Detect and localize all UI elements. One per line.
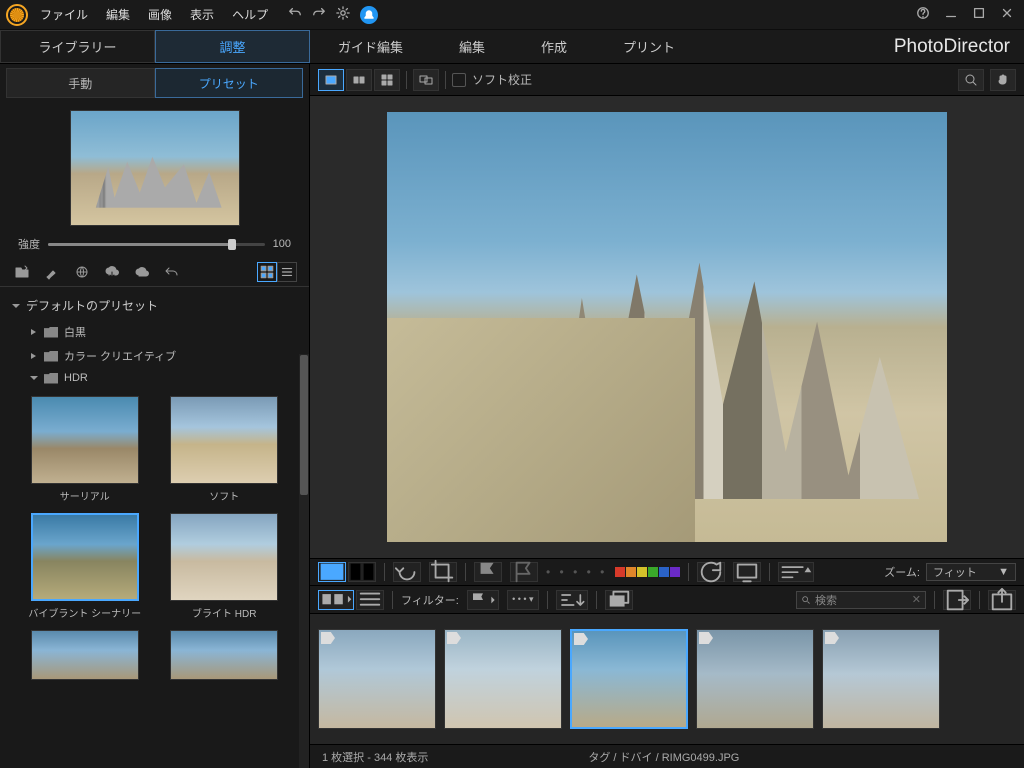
- sidebar-scrollbar[interactable]: [299, 354, 309, 768]
- softproof-label: ソフト校正: [472, 71, 532, 88]
- view-compare-icon[interactable]: [346, 69, 372, 91]
- nav-adjust[interactable]: 調整: [155, 30, 310, 63]
- brand-label: PhotoDirector: [894, 36, 1024, 58]
- crop-icon[interactable]: [429, 562, 457, 582]
- help-icon[interactable]: [916, 6, 930, 23]
- preset-bright[interactable]: ブライト HDR: [164, 513, 286, 620]
- menu-view[interactable]: 表示: [190, 6, 214, 23]
- filmstrip[interactable]: [310, 614, 1024, 744]
- thumb-size-icon[interactable]: [318, 590, 354, 610]
- view-grid-icon[interactable]: [374, 69, 400, 91]
- globe-icon[interactable]: [72, 262, 92, 282]
- thumb-list-icon[interactable]: [356, 590, 384, 610]
- brush-icon[interactable]: [42, 262, 62, 282]
- filter-sort-icon[interactable]: [556, 590, 588, 610]
- flag-icon[interactable]: [474, 562, 502, 582]
- redo-icon[interactable]: [312, 6, 326, 23]
- status-path: タグ / ドバイ / RIMG0499.JPG: [588, 749, 739, 765]
- reject-icon[interactable]: [510, 562, 538, 582]
- color-labels[interactable]: [615, 567, 680, 577]
- status-selection: 1 枚選択 - 344 枚表示: [322, 749, 428, 765]
- filter-flag-icon[interactable]: [467, 590, 499, 610]
- undo-icon[interactable]: [288, 6, 302, 23]
- filter-label: フィルター:: [401, 592, 459, 608]
- nav-print[interactable]: プリント: [595, 30, 703, 63]
- intensity-slider[interactable]: [48, 243, 265, 246]
- nav-guided[interactable]: ガイド編集: [310, 30, 431, 63]
- subtab-preset[interactable]: プリセット: [155, 68, 304, 98]
- tree-bw[interactable]: 白黒: [0, 320, 309, 344]
- zoom-label: ズーム:: [884, 564, 920, 580]
- secondary-monitor-icon[interactable]: [413, 69, 439, 91]
- list-view-icon[interactable]: [277, 262, 297, 282]
- export-icon[interactable]: [943, 590, 971, 610]
- preset-extra1[interactable]: [24, 630, 146, 680]
- subtab-manual[interactable]: 手動: [6, 68, 155, 98]
- compare-mode-1-icon[interactable]: [318, 562, 346, 582]
- pan-tool-icon[interactable]: [990, 69, 1016, 91]
- tree-default-presets[interactable]: デフォルトのプリセット: [0, 291, 309, 320]
- view-single-icon[interactable]: [318, 69, 344, 91]
- search-input[interactable]: 検索 ✕: [796, 591, 926, 609]
- softproof-checkbox[interactable]: [452, 73, 466, 87]
- screen-icon[interactable]: [733, 562, 761, 582]
- zoom-tool-icon[interactable]: [958, 69, 984, 91]
- nav-library[interactable]: ライブラリー: [0, 30, 155, 63]
- sort-icon[interactable]: [778, 562, 814, 582]
- rating-dots[interactable]: • • • • •: [546, 565, 607, 579]
- film-thumb-4[interactable]: [696, 629, 814, 729]
- settings-icon[interactable]: [336, 6, 350, 23]
- undo-preset-icon[interactable]: [162, 262, 182, 282]
- maximize-icon[interactable]: [972, 6, 986, 23]
- cloud-download-icon[interactable]: [102, 262, 122, 282]
- nav-edit[interactable]: 編集: [431, 30, 513, 63]
- app-logo: [6, 4, 28, 26]
- film-thumb-1[interactable]: [318, 629, 436, 729]
- share-icon[interactable]: [988, 590, 1016, 610]
- main-image[interactable]: [387, 112, 947, 542]
- film-thumb-5[interactable]: [822, 629, 940, 729]
- tree-color[interactable]: カラー クリエイティブ: [0, 344, 309, 368]
- preset-soft[interactable]: ソフト: [164, 396, 286, 503]
- preset-extra2[interactable]: [164, 630, 286, 680]
- film-thumb-3[interactable]: [570, 629, 688, 729]
- rotate-icon[interactable]: [393, 562, 421, 582]
- intensity-label: 強度: [18, 236, 40, 252]
- menu-image[interactable]: 画像: [148, 6, 172, 23]
- zoom-select[interactable]: フィット▼: [926, 563, 1016, 581]
- tree-hdr[interactable]: HDR: [0, 368, 309, 388]
- film-thumb-2[interactable]: [444, 629, 562, 729]
- menu-file[interactable]: ファイル: [40, 6, 88, 23]
- filter-stack-icon[interactable]: [605, 590, 633, 610]
- refresh-icon[interactable]: [697, 562, 725, 582]
- menu-help[interactable]: ヘルプ: [232, 6, 268, 23]
- notification-icon[interactable]: [360, 6, 378, 24]
- preset-surreal[interactable]: サーリアル: [24, 396, 146, 503]
- close-icon[interactable]: [1000, 6, 1014, 23]
- preview-thumbnail: [70, 110, 240, 226]
- cloud-icon[interactable]: [132, 262, 152, 282]
- filter-rating-icon[interactable]: • • • ▾: [507, 590, 539, 610]
- import-preset-icon[interactable]: [12, 262, 32, 282]
- nav-create[interactable]: 作成: [513, 30, 595, 63]
- minimize-icon[interactable]: [944, 6, 958, 23]
- intensity-value: 100: [273, 238, 291, 250]
- preset-vibrant[interactable]: バイブラント シーナリー: [24, 513, 146, 620]
- menu-edit[interactable]: 編集: [106, 6, 130, 23]
- grid-view-icon[interactable]: [257, 262, 277, 282]
- compare-mode-2-icon[interactable]: [348, 562, 376, 582]
